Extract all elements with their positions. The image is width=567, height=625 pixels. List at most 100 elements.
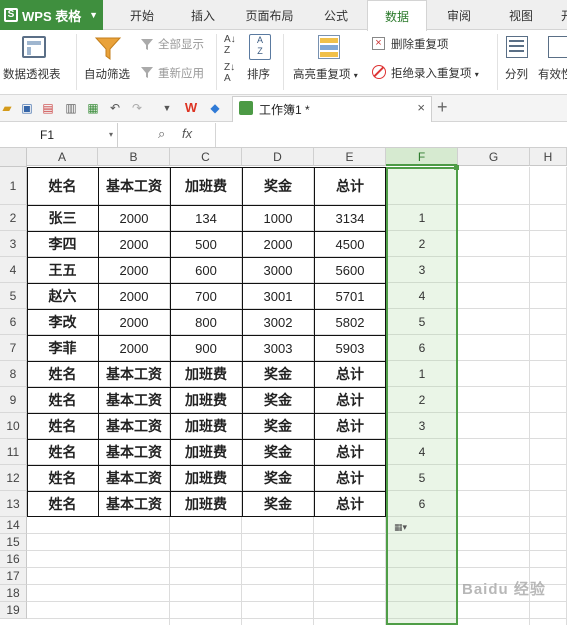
column-f-cell[interactable] xyxy=(386,167,458,205)
column-header-h[interactable]: H xyxy=(530,148,567,166)
sort-button[interactable]: 排序 xyxy=(247,66,270,82)
pivot-table-button[interactable]: 数据透视表 xyxy=(3,66,61,82)
table-cell[interactable]: 5903 xyxy=(314,335,386,361)
table-cell[interactable]: 加班费 xyxy=(170,439,242,465)
table-cell[interactable]: 3134 xyxy=(314,205,386,231)
tab-4[interactable]: 公式 xyxy=(308,0,364,30)
sort-asc-icon[interactable]: A↓ Z xyxy=(224,34,236,56)
table-cell[interactable]: 总计 xyxy=(314,439,386,465)
table-cell[interactable]: 3001 xyxy=(242,283,314,309)
tab-3[interactable]: 页面布局 xyxy=(231,0,308,30)
zoom-search-icon[interactable]: ⌕ xyxy=(158,126,165,142)
document-tab[interactable]: 工作簿1 * × xyxy=(232,96,432,122)
table-cell[interactable]: 总计 xyxy=(314,465,386,491)
table-cell[interactable]: 500 xyxy=(170,231,242,257)
autofilter-funnel-icon[interactable] xyxy=(94,35,122,61)
data-validation-icon[interactable] xyxy=(548,36,567,58)
worksheet-grid[interactable]: A B C D E F G H 1 2 3 4 5 6 7 8 9 10 11 12 13 14 15 16 17 18 19 姓名基… xyxy=(0,148,567,625)
name-box[interactable]: F1 ▾ xyxy=(0,123,118,147)
table-cell[interactable]: 奖金 xyxy=(242,387,314,413)
table-cell[interactable]: 加班费 xyxy=(170,465,242,491)
column-f-cell[interactable]: 1 xyxy=(386,361,458,387)
save-icon[interactable]: ▣ xyxy=(20,101,34,115)
column-header-f[interactable]: F xyxy=(386,148,458,166)
column-header-d[interactable]: D xyxy=(242,148,314,166)
table-cell[interactable]: 基本工资 xyxy=(98,413,170,439)
table-cell[interactable]: 加班费 xyxy=(170,387,242,413)
column-header-b[interactable]: B xyxy=(98,148,170,166)
formula-input[interactable] xyxy=(215,123,567,147)
remove-duplicates-button[interactable]: 删除重复项 xyxy=(391,36,449,52)
table-cell[interactable]: 700 xyxy=(170,283,242,309)
column-header-a[interactable]: A xyxy=(27,148,98,166)
table-cell[interactable]: 3003 xyxy=(242,335,314,361)
table-cell[interactable]: 加班费 xyxy=(170,491,242,517)
table-cell[interactable]: 姓名 xyxy=(27,361,98,387)
table-cell[interactable]: 2000 xyxy=(98,257,170,283)
table-cell[interactable]: 总计 xyxy=(314,491,386,517)
column-f-cell[interactable]: 5 xyxy=(386,465,458,491)
table-cell[interactable]: 2000 xyxy=(98,231,170,257)
row-header-8[interactable]: 8 xyxy=(0,361,27,387)
customize-toolbar-chevron-icon[interactable]: ▼ xyxy=(160,101,174,115)
table-cell[interactable]: 姓名 xyxy=(27,465,98,491)
table-cell[interactable]: 5600 xyxy=(314,257,386,283)
row-header-16[interactable]: 16 xyxy=(0,551,27,568)
row-header-5[interactable]: 5 xyxy=(0,283,27,309)
tab-2[interactable]: 插入 xyxy=(175,0,231,30)
show-all-button[interactable]: 全部显示 xyxy=(158,36,204,52)
table-cell[interactable]: 李菲 xyxy=(27,335,98,361)
print-preview-icon[interactable]: ▦ xyxy=(86,101,100,115)
tab-6[interactable]: 审阅 xyxy=(428,0,490,30)
row-header-2[interactable]: 2 xyxy=(0,205,27,231)
column-f-cell[interactable]: 6 xyxy=(386,491,458,517)
table-cell[interactable]: 900 xyxy=(170,335,242,361)
table-cell[interactable]: 总计 xyxy=(314,413,386,439)
tab-1[interactable]: 开始 xyxy=(111,0,173,30)
table-cell[interactable]: 奖金 xyxy=(242,491,314,517)
reject-duplicates-button[interactable]: 拒绝录入重复项 ▾ xyxy=(391,65,479,81)
row-header-11[interactable]: 11 xyxy=(0,439,27,465)
table-cell[interactable]: 5802 xyxy=(314,309,386,335)
table-cell[interactable]: 加班费 xyxy=(170,361,242,387)
wps-home-icon[interactable]: W xyxy=(184,101,198,115)
table-cell[interactable]: 姓名 xyxy=(27,387,98,413)
remove-duplicates-icon[interactable]: × xyxy=(372,37,385,50)
table-cell[interactable]: 王五 xyxy=(27,257,98,283)
column-f-cell[interactable]: 2 xyxy=(386,387,458,413)
redo-icon[interactable]: ↷ xyxy=(130,101,144,115)
table-cell[interactable]: 5701 xyxy=(314,283,386,309)
row-header-18[interactable]: 18 xyxy=(0,585,27,602)
text-to-columns-icon[interactable] xyxy=(506,36,528,58)
export-pdf-icon[interactable]: ▤ xyxy=(41,101,55,115)
table-cell[interactable]: 姓名 xyxy=(27,167,98,205)
print-icon[interactable]: ▥ xyxy=(64,101,78,115)
undo-icon[interactable]: ↶ xyxy=(108,101,122,115)
reapply-button[interactable]: 重新应用 xyxy=(158,65,204,81)
data-validation-button[interactable]: 有效性 xyxy=(538,66,567,82)
row-header-14[interactable]: 14 xyxy=(0,517,27,534)
row-header-3[interactable]: 3 xyxy=(0,231,27,257)
column-f-cell[interactable]: 4 xyxy=(386,283,458,309)
table-cell[interactable]: 基本工资 xyxy=(98,361,170,387)
row-header-1[interactable]: 1 xyxy=(0,167,27,205)
open-folder-icon[interactable]: ▰ xyxy=(0,101,14,115)
reapply-filter-icon[interactable] xyxy=(140,65,154,79)
table-cell[interactable]: 基本工资 xyxy=(98,387,170,413)
table-cell[interactable]: 2000 xyxy=(98,335,170,361)
table-cell[interactable]: 800 xyxy=(170,309,242,335)
cloud-cube-icon[interactable]: ◆ xyxy=(208,101,222,115)
row-header-13[interactable]: 13 xyxy=(0,491,27,517)
table-cell[interactable]: 总计 xyxy=(314,167,386,205)
row-header-15[interactable]: 15 xyxy=(0,534,27,551)
column-f-cell[interactable]: 2 xyxy=(386,231,458,257)
table-cell[interactable]: 基本工资 xyxy=(98,491,170,517)
table-cell[interactable]: 3000 xyxy=(242,257,314,283)
row-header-4[interactable]: 4 xyxy=(0,257,27,283)
table-cell[interactable]: 奖金 xyxy=(242,167,314,205)
column-f-cell[interactable]: 3 xyxy=(386,413,458,439)
table-cell[interactable]: 李四 xyxy=(27,231,98,257)
row-header-9[interactable]: 9 xyxy=(0,387,27,413)
table-cell[interactable]: 加班费 xyxy=(170,167,242,205)
row-header-7[interactable]: 7 xyxy=(0,335,27,361)
